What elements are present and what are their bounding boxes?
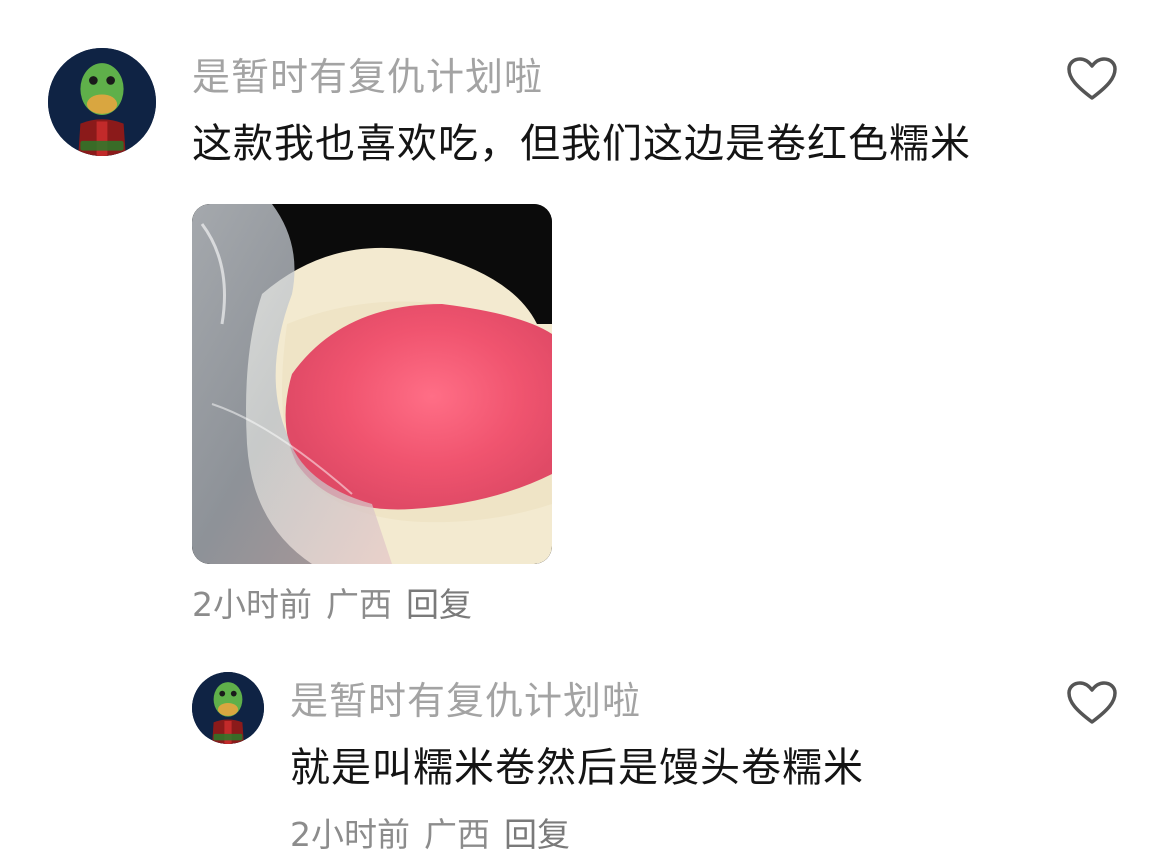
like-button[interactable] <box>1066 680 1118 726</box>
comment-meta: 2小时前 广西 回复 <box>192 588 472 621</box>
comment-text: 就是叫糯米卷然后是馒头卷糯米 <box>290 745 864 791</box>
comment-meta: 2小时前 广西 回复 <box>290 818 570 851</box>
comment-time: 2小时前 <box>192 585 312 624</box>
comment-location: 广西 <box>424 815 490 854</box>
red-glutinous-rice-roll-photo <box>192 204 552 564</box>
frog-mask-avatar-icon <box>192 672 264 744</box>
user-avatar[interactable] <box>192 672 264 744</box>
user-avatar[interactable] <box>48 48 156 156</box>
frog-mask-avatar-icon <box>48 48 156 156</box>
comment-location: 广西 <box>326 585 392 624</box>
comment-text: 这款我也喜欢吃，但我们这边是卷红色糯米 <box>192 121 971 167</box>
comment-time: 2小时前 <box>290 815 410 854</box>
reply-button[interactable]: 回复 <box>504 818 570 851</box>
like-button[interactable] <box>1066 56 1118 102</box>
comment-username[interactable]: 是暂时有复仇计划啦 <box>192 58 543 96</box>
heart-outline-icon <box>1067 681 1117 724</box>
reply-button[interactable]: 回复 <box>406 588 472 621</box>
comment-item: 是暂时有复仇计划啦 这款我也喜欢吃，但我们这边是卷红色糯米 2小时前 广西 回复 <box>0 0 1170 640</box>
comment-username[interactable]: 是暂时有复仇计划啦 <box>290 682 641 720</box>
reply-comment-item: 是暂时有复仇计划啦 就是叫糯米卷然后是馒头卷糯米 2小时前 广西 回复 <box>0 640 1170 861</box>
comment-photo[interactable] <box>192 204 552 564</box>
heart-outline-icon <box>1067 57 1117 100</box>
